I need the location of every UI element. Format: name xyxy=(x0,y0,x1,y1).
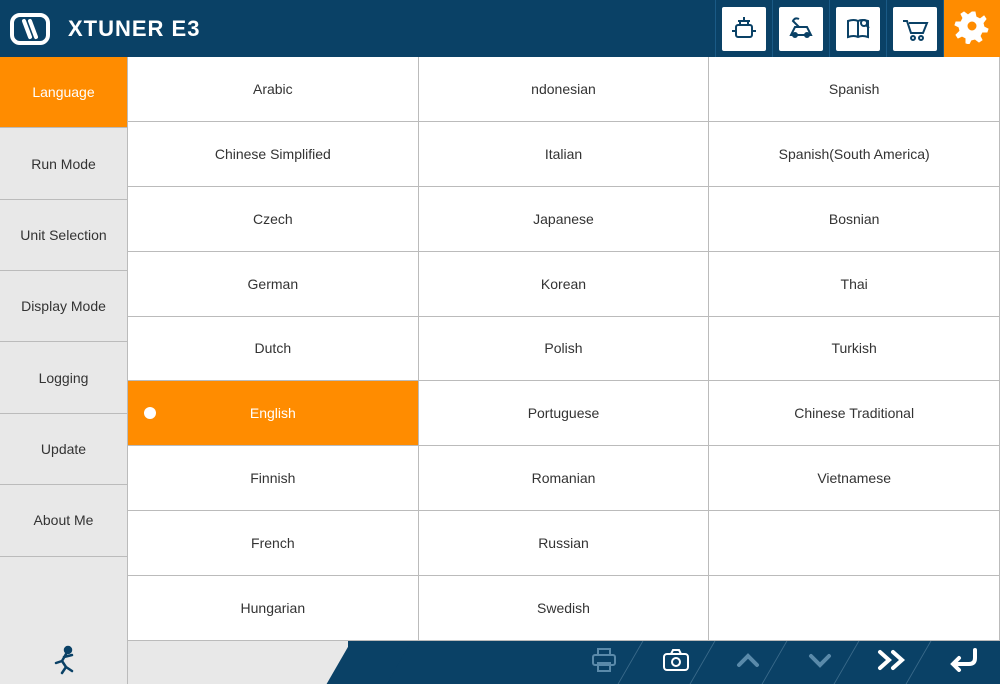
language-option xyxy=(709,511,1000,576)
sidebar-item-unit-selection[interactable]: Unit Selection xyxy=(0,200,127,271)
sidebar-item-run-mode[interactable]: Run Mode xyxy=(0,128,127,199)
running-man-icon xyxy=(50,645,78,680)
car-wrench-icon xyxy=(779,7,823,51)
sidebar-item-label: Update xyxy=(41,441,86,457)
language-panel: ArabicndonesianSpanish Chinese Simplified… xyxy=(128,57,1000,641)
language-option[interactable]: Romanian xyxy=(419,446,710,511)
gear-icon xyxy=(954,8,990,49)
language-option[interactable]: Vietnamese xyxy=(709,446,1000,511)
language-option[interactable]: Spanish xyxy=(709,57,1000,122)
exit-button[interactable] xyxy=(0,641,128,684)
settings-button[interactable] xyxy=(943,0,1000,57)
sidebar-item-label: Unit Selection xyxy=(20,227,106,243)
language-option[interactable]: French xyxy=(128,511,419,576)
footer-controls xyxy=(568,641,1000,684)
language-option[interactable]: Polish xyxy=(419,317,710,382)
language-option[interactable]: English xyxy=(128,381,419,446)
sidebar-item-label: Language xyxy=(32,84,94,100)
sidebar-item-label: About Me xyxy=(34,512,94,528)
language-option[interactable]: Portuguese xyxy=(419,381,710,446)
header: XTUNER E3 xyxy=(0,0,1000,57)
language-option[interactable]: Finnish xyxy=(128,446,419,511)
language-option xyxy=(709,576,1000,641)
language-option[interactable]: Spanish(South America) xyxy=(709,122,1000,187)
camera-icon xyxy=(661,647,691,678)
language-option[interactable]: Chinese Simplified xyxy=(128,122,419,187)
sidebar-item-update[interactable]: Update xyxy=(0,414,127,485)
app-logo xyxy=(0,0,60,57)
language-option[interactable]: Russian xyxy=(419,511,710,576)
cart-icon xyxy=(893,7,937,51)
chevron-up-icon xyxy=(734,650,762,675)
language-option[interactable]: German xyxy=(128,252,419,317)
language-option[interactable]: Japanese xyxy=(419,187,710,252)
language-option[interactable]: Dutch xyxy=(128,317,419,382)
manual-button[interactable] xyxy=(829,0,886,57)
sidebar-item-label: Logging xyxy=(39,370,89,386)
diagnostics-button[interactable] xyxy=(715,0,772,57)
return-icon xyxy=(947,648,981,677)
sidebar-item-about-me[interactable]: About Me xyxy=(0,485,127,556)
maintenance-button[interactable] xyxy=(772,0,829,57)
sidebar-item-logging[interactable]: Logging xyxy=(0,342,127,413)
sidebar-item-label: Display Mode xyxy=(21,298,106,314)
language-option[interactable]: Thai xyxy=(709,252,1000,317)
language-option[interactable]: ndonesian xyxy=(419,57,710,122)
language-option[interactable]: Chinese Traditional xyxy=(709,381,1000,446)
language-option[interactable]: Hungarian xyxy=(128,576,419,641)
book-search-icon xyxy=(836,7,880,51)
footer xyxy=(0,641,1000,684)
sidebar-item-display-mode[interactable]: Display Mode xyxy=(0,271,127,342)
app-title: XTUNER E3 xyxy=(68,16,200,42)
back-button[interactable] xyxy=(928,641,1000,684)
language-option[interactable]: Italian xyxy=(419,122,710,187)
chevron-down-icon xyxy=(806,650,834,675)
language-option[interactable]: Swedish xyxy=(419,576,710,641)
language-grid: ArabicndonesianSpanish Chinese Simplified… xyxy=(128,57,1000,641)
language-option[interactable]: Arabic xyxy=(128,57,419,122)
shop-button[interactable] xyxy=(886,0,943,57)
engine-icon xyxy=(722,7,766,51)
double-chevron-right-icon xyxy=(875,648,909,677)
settings-sidebar: Language Run Mode Unit Selection Display… xyxy=(0,57,128,641)
language-option[interactable]: Korean xyxy=(419,252,710,317)
sidebar-item-label: Run Mode xyxy=(31,156,96,172)
language-option[interactable]: Czech xyxy=(128,187,419,252)
language-option[interactable]: Bosnian xyxy=(709,187,1000,252)
footer-mid xyxy=(128,641,568,684)
sidebar-item-language[interactable]: Language xyxy=(0,57,127,128)
printer-icon xyxy=(589,647,619,678)
language-option[interactable]: Turkish xyxy=(709,317,1000,382)
sidebar-spacer xyxy=(0,557,127,641)
